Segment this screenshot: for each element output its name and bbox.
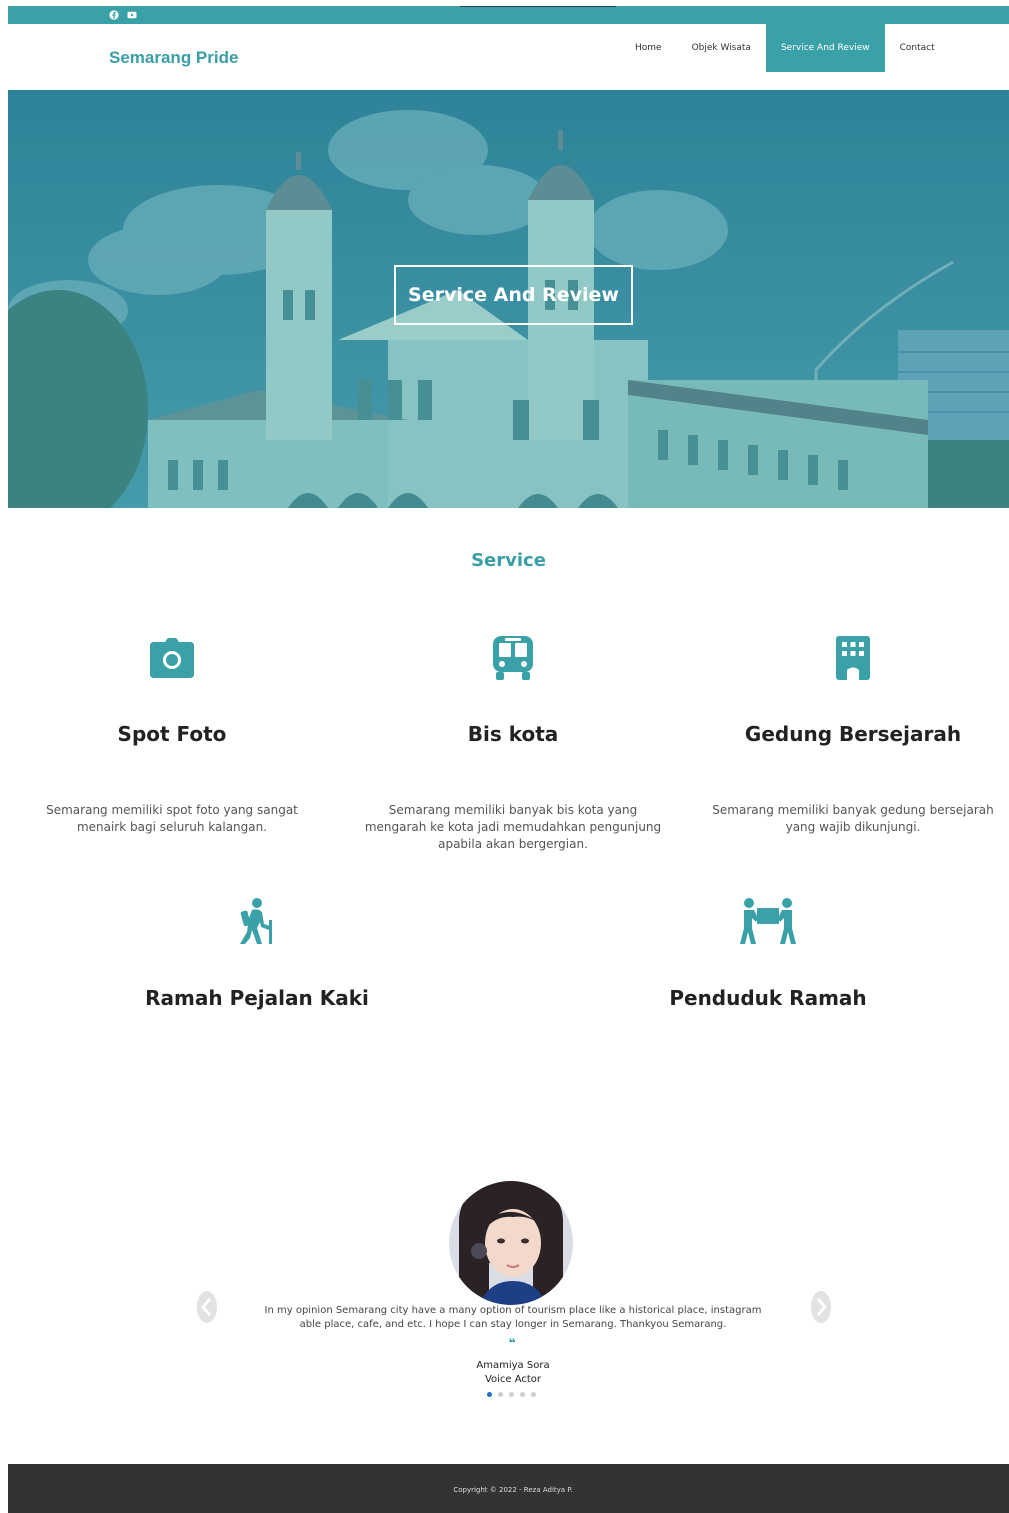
nav-contact[interactable]: Contact — [885, 24, 950, 72]
nav-service-and-review[interactable]: Service And Review — [765, 24, 885, 72]
page: Semarang Pride Home Objek Wisata Service… — [8, 6, 1009, 1513]
service-card-spot-foto: Spot Foto Semarang memiliki spot foto ya… — [22, 632, 322, 862]
service-title-penduduk-ramah: Penduduk Ramah — [669, 986, 867, 1010]
building-icon — [836, 636, 870, 680]
service-card-penduduk-ramah: Penduduk Ramah — [618, 896, 918, 1026]
people-carry-icon — [740, 898, 796, 944]
nav-home[interactable]: Home — [620, 24, 677, 72]
service-desc-spot-foto: Semarang memiliki spot foto yang sangat … — [46, 803, 298, 834]
service-desc-bis-kota: Semarang memiliki banyak bis kota yang m… — [364, 803, 662, 851]
hero-title-box: Service And Review — [394, 265, 633, 325]
top-social-bar — [8, 6, 1009, 24]
testimonial-name: Amamiya Sora — [476, 1360, 550, 1371]
service-card-bis-kota: Bis kota Semarang memiliki banyak bis ko… — [363, 632, 663, 872]
carousel-dot[interactable] — [487, 1392, 492, 1397]
main-nav: Home Objek Wisata Service And Review Con… — [620, 24, 950, 72]
bus-icon — [493, 636, 533, 680]
top-bar-accent-line — [460, 6, 616, 7]
site-footer: Copyright © 2022 - Reza Aditya P. — [8, 1464, 1009, 1513]
service-heading: Service — [471, 550, 546, 571]
carousel-dot[interactable] — [509, 1392, 514, 1397]
hero-title: Service And Review — [408, 284, 619, 306]
camera-icon — [150, 638, 194, 678]
carousel-dot[interactable] — [531, 1392, 536, 1397]
carousel-next-arrow-icon[interactable] — [810, 1290, 832, 1324]
service-title-gedung-bersejarah: Gedung Bersejarah — [744, 722, 962, 746]
youtube-icon[interactable] — [127, 10, 137, 20]
facebook-icon[interactable] — [109, 10, 119, 20]
avatar-photo — [449, 1181, 573, 1305]
service-card-gedung-bersejarah: Gedung Bersejarah Semarang memiliki bany… — [703, 632, 1003, 862]
carousel-indicators — [487, 1392, 536, 1397]
testimonial-text: In my opinion Semarang city have a many … — [264, 1305, 762, 1330]
carousel-prev-arrow-icon[interactable] — [196, 1290, 218, 1324]
service-title-bis-kota: Bis kota — [467, 722, 559, 746]
site-header: Semarang Pride Home Objek Wisata Service… — [8, 24, 1009, 90]
nav-objek-wisata[interactable]: Objek Wisata — [677, 24, 766, 72]
hiker-icon — [240, 898, 272, 944]
carousel-dot[interactable] — [498, 1392, 503, 1397]
service-card-ramah-pejalan-kaki: Ramah Pejalan Kaki — [107, 896, 407, 1026]
quote-icon: ❝ — [508, 1336, 516, 1350]
testimonial-avatar — [449, 1181, 573, 1305]
site-brand[interactable]: Semarang Pride — [109, 48, 238, 68]
hero-banner: Service And Review — [8, 90, 1009, 508]
footer-copyright: Copyright © 2022 - Reza Aditya P. — [453, 1486, 573, 1494]
service-desc-gedung-bersejarah: Semarang memiliki banyak gedung bersejar… — [712, 803, 994, 834]
service-title-ramah-pejalan-kaki: Ramah Pejalan Kaki — [145, 986, 369, 1010]
testimonial-role: Voice Actor — [484, 1374, 542, 1385]
carousel-dot[interactable] — [520, 1392, 525, 1397]
service-title-spot-foto: Spot Foto — [117, 722, 227, 746]
